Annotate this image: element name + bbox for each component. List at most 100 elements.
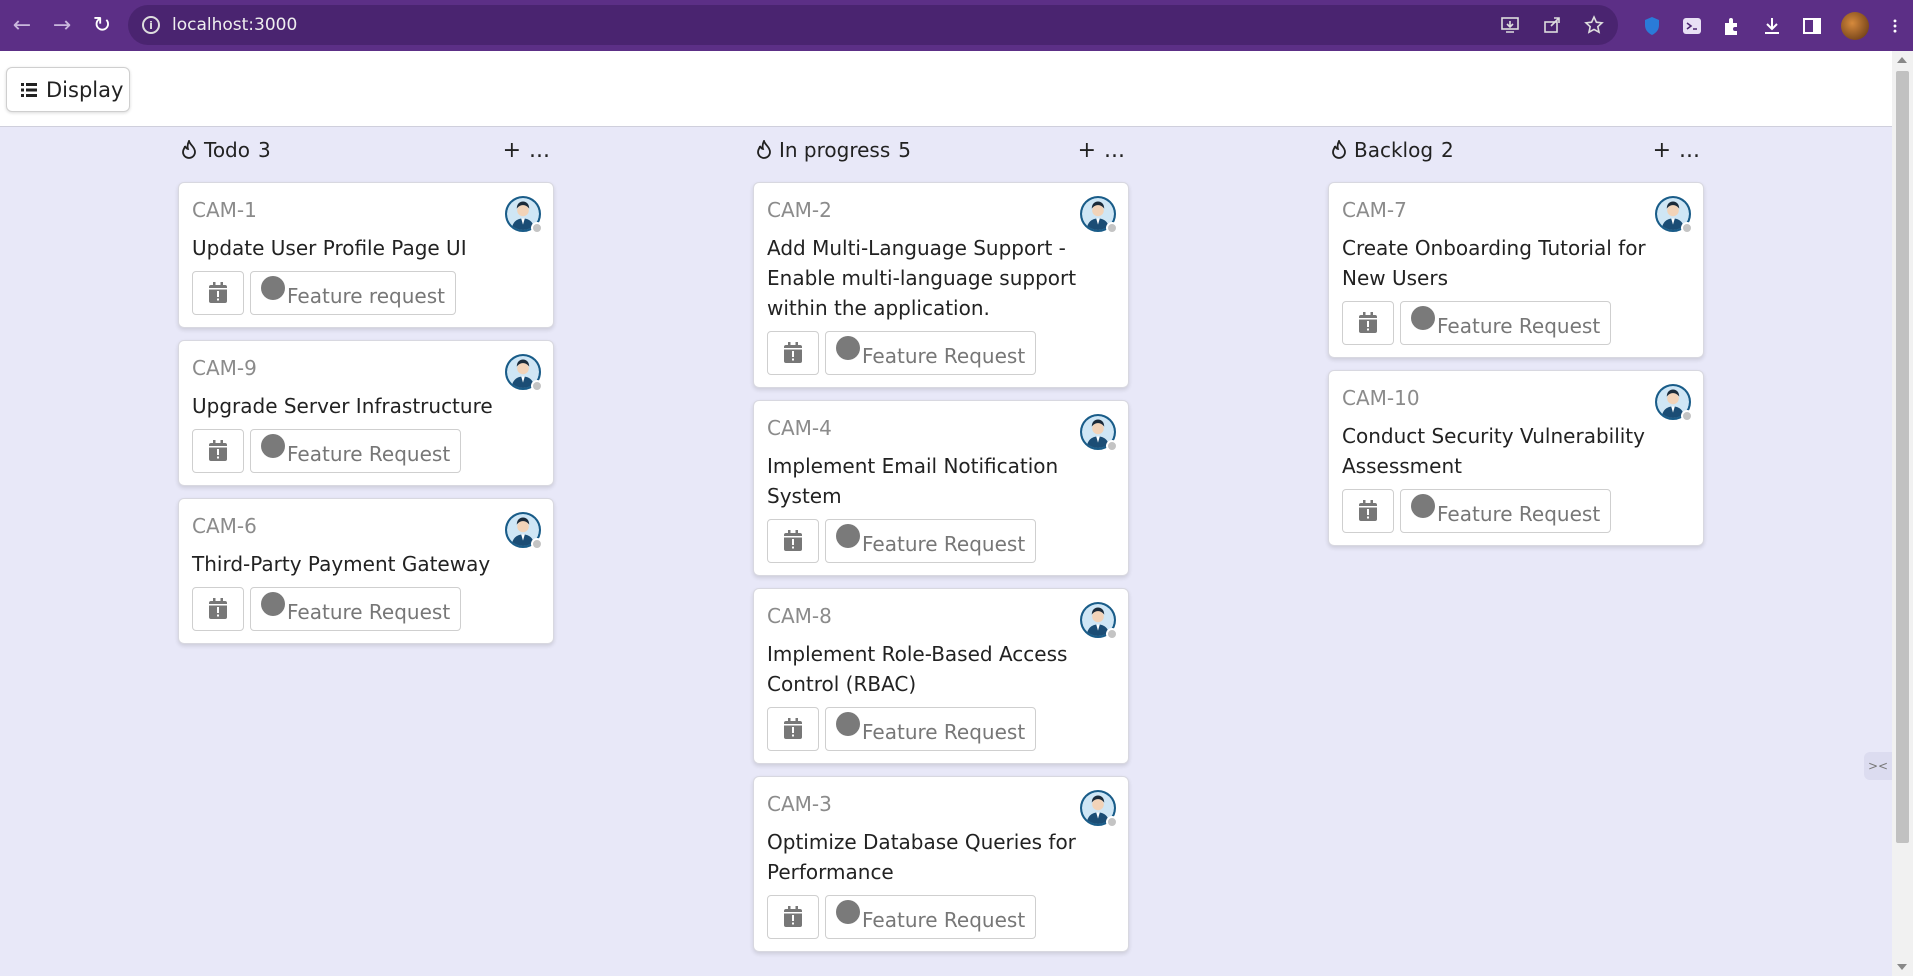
card-id: CAM-7 [1342,198,1407,222]
task-card[interactable]: CAM-3 Optimize Database Queries for Perfo… [753,776,1129,952]
scroll-up-arrow[interactable] [1897,57,1907,63]
status-dot [1106,628,1118,640]
column-menu-button[interactable]: ... [529,138,550,163]
task-card[interactable]: CAM-2 Add Multi-Language Support - Enable… [753,182,1129,388]
task-card[interactable]: CAM-8 Implement Role-Based Access Control… [753,588,1129,764]
back-arrow-icon[interactable]: ← [2,6,42,46]
card-title: Implement Role-Based Access Control (RBA… [767,642,1068,696]
add-card-button[interactable]: + [1078,138,1096,163]
column-in-progress: In progress 5 +... CAM-2 Add Multi-Language … [753,130,1129,952]
card-id: CAM-10 [1342,386,1420,410]
forward-arrow-icon[interactable]: → [42,6,82,46]
task-card[interactable]: CAM-6 Third-Party Payment Gateway Feature … [178,498,554,644]
task-card[interactable]: CAM-9 Upgrade Server Infrastructure Featur… [178,340,554,486]
feature-tag[interactable]: Feature Request [825,707,1037,751]
column-todo: Todo 3 +... CAM-1 Update User Profile Page U… [178,130,554,644]
card-title: Update User Profile Page UI [192,236,467,260]
column-header: In progress 5 +... [753,130,1129,170]
tag-label: Feature Request [287,600,451,624]
install-app-icon[interactable] [1500,15,1520,35]
feature-tag[interactable]: Feature Request [1400,301,1612,345]
card-title: Add Multi-Language Support - Enable mult… [767,236,1077,320]
column-title: Todo [204,138,250,162]
column-count: 3 [258,138,271,162]
status-dot [1106,222,1118,234]
task-card[interactable]: CAM-1 Update User Profile Page UI Feature … [178,182,554,328]
flame-icon [757,140,771,159]
flame-icon [182,140,196,159]
priority-button[interactable] [767,895,819,939]
page-scrollbar[interactable] [1892,51,1913,976]
feature-tag[interactable]: Feature request [250,271,456,315]
status-dot [531,222,543,234]
priority-button[interactable] [192,587,244,631]
bookmark-star-icon[interactable] [1584,15,1604,35]
browser-toolbar: ← → ↻ i localhost:3000 [0,0,1913,51]
feature-tag[interactable]: Feature Request [825,895,1037,939]
site-info-icon[interactable]: i [142,16,160,34]
priority-button[interactable] [1342,301,1394,345]
priority-button[interactable] [767,707,819,751]
tag-dot-icon [261,276,285,300]
card-id: CAM-8 [767,604,832,628]
address-bar[interactable]: i localhost:3000 [128,5,1618,45]
tag-dot-icon [836,900,860,924]
reload-icon[interactable]: ↻ [82,6,122,46]
calendar-alert-icon [784,530,802,551]
tag-label: Feature Request [1437,314,1601,338]
tag-dot-icon [836,336,860,360]
add-card-button[interactable]: + [1653,138,1671,163]
task-card[interactable]: CAM-7 Create Onboarding Tutorial for New … [1328,182,1704,358]
download-icon[interactable] [1761,15,1783,37]
feature-tag[interactable]: Feature Request [825,331,1037,375]
priority-button[interactable] [192,271,244,315]
menu-dots-icon[interactable] [1887,15,1903,37]
task-card[interactable]: CAM-10 Conduct Security Vulnerability Ass… [1328,370,1704,546]
calendar-alert-icon [1359,500,1377,521]
priority-button[interactable] [1342,489,1394,533]
card-title: Implement Email Notification System [767,454,1059,508]
tag-label: Feature Request [1437,502,1601,526]
scroll-thumb[interactable] [1896,71,1909,843]
puzzle-icon[interactable] [1721,15,1743,37]
profile-avatar[interactable] [1841,11,1869,40]
card-title: Create Onboarding Tutorial for New Users [1342,236,1646,290]
feature-tag[interactable]: Feature Request [250,587,462,631]
tag-dot-icon [261,592,285,616]
priority-button[interactable] [767,331,819,375]
column-count: 5 [898,138,912,162]
share-icon[interactable] [1542,15,1562,35]
tag-label: Feature Request [862,532,1026,556]
add-card-button[interactable]: + [503,138,521,163]
feature-tag[interactable]: Feature Request [1400,489,1612,533]
calendar-alert-icon [209,282,227,303]
status-dot [1106,816,1118,828]
side-panel-icon[interactable] [1801,15,1823,37]
tag-label: Feature Request [862,908,1026,932]
scroll-down-arrow[interactable] [1897,964,1907,970]
task-card[interactable]: CAM-4 Implement Email Notification System… [753,400,1129,576]
calendar-alert-icon [1359,312,1377,333]
side-widget-icon[interactable]: >< [1864,752,1892,780]
column-backlog: Backlog 2 +... CAM-7 Create Onboarding Tutor… [1328,130,1704,546]
column-header: Backlog 2 +... [1328,130,1704,170]
status-dot [531,538,543,550]
display-button[interactable]: Display [6,67,130,112]
feature-tag[interactable]: Feature Request [825,519,1037,563]
column-menu-button[interactable]: ... [1104,138,1125,163]
priority-button[interactable] [192,429,244,473]
card-id: CAM-3 [767,792,832,816]
calendar-alert-icon [784,906,802,927]
priority-button[interactable] [767,519,819,563]
card-id: CAM-4 [767,416,832,440]
column-menu-button[interactable]: ... [1679,138,1700,163]
column-count: 2 [1441,138,1454,162]
calendar-alert-icon [784,718,802,739]
calendar-alert-icon [784,342,802,363]
shield-extension-icon[interactable] [1641,15,1663,37]
card-id: CAM-6 [192,514,257,538]
extension-app-icon[interactable] [1681,15,1703,37]
flame-icon [1332,140,1346,159]
calendar-alert-icon [209,598,227,619]
feature-tag[interactable]: Feature Request [250,429,462,473]
